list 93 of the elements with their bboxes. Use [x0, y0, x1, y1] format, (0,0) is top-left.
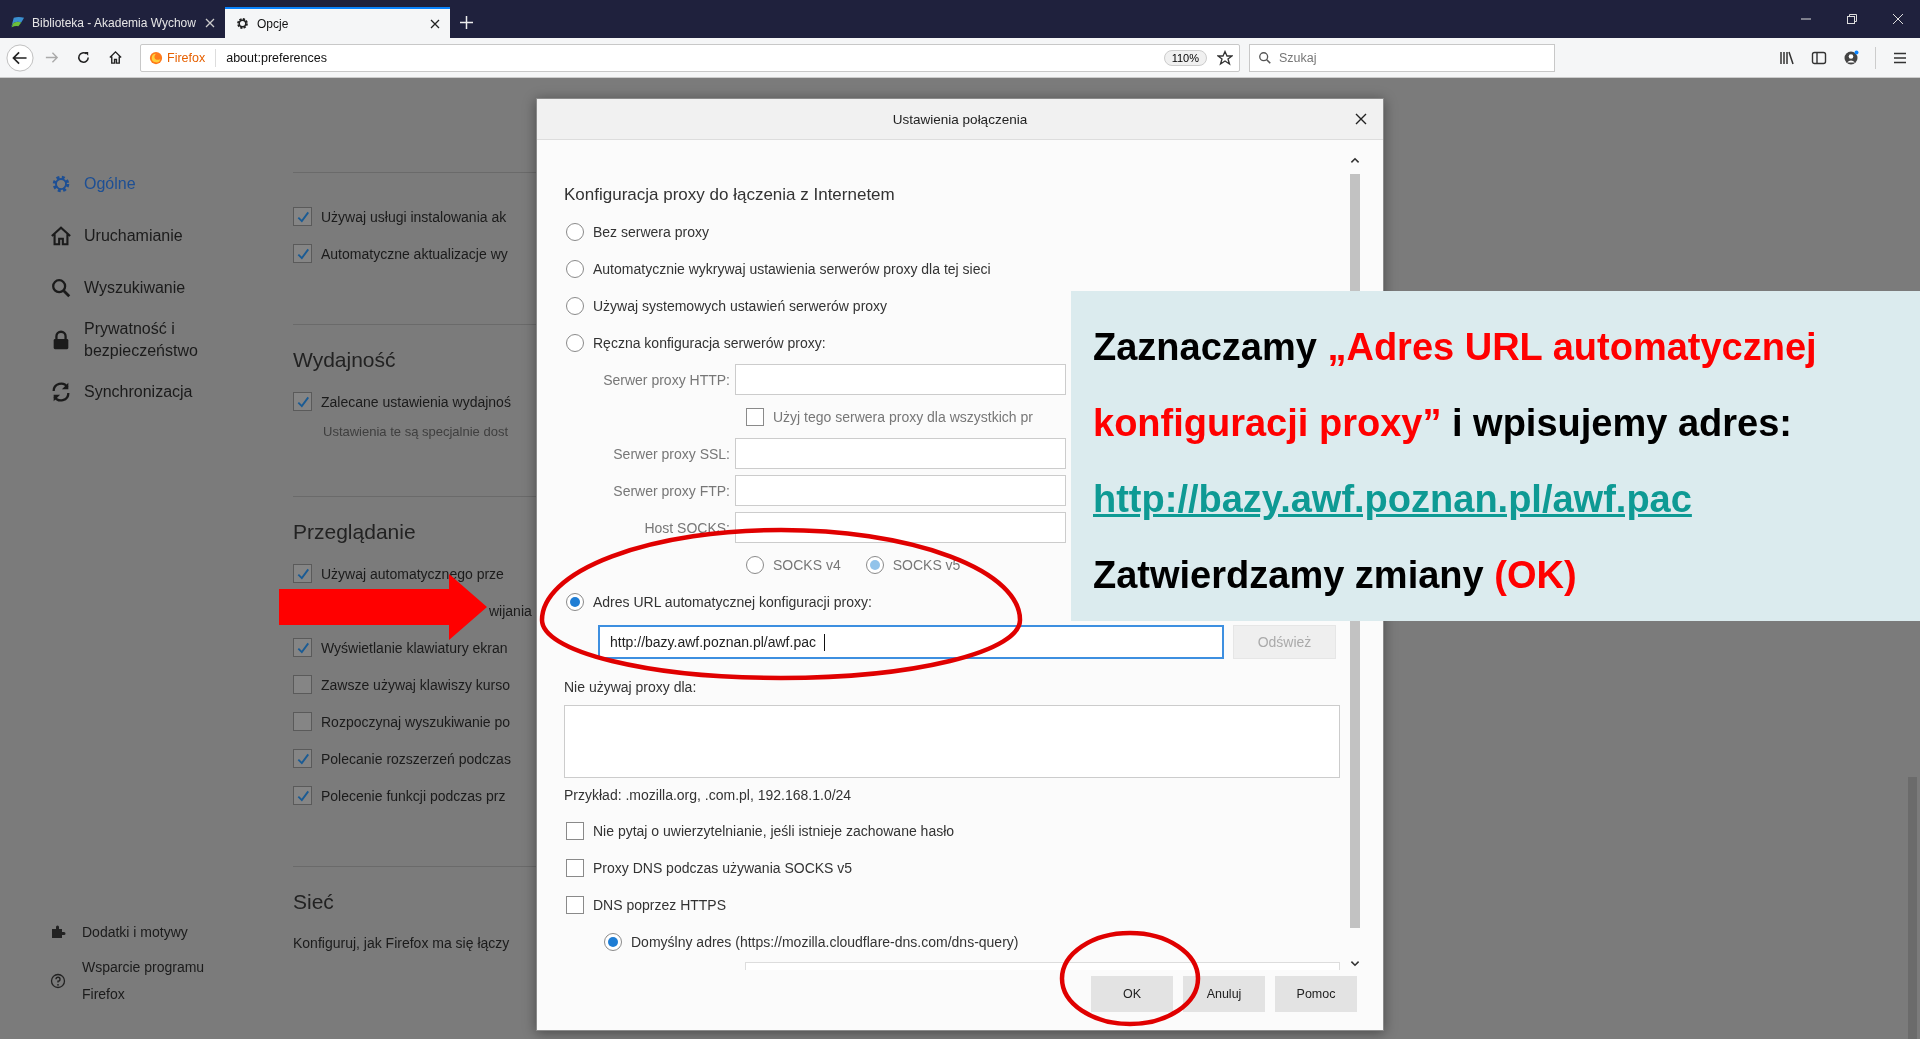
fox-logo-icon — [149, 50, 163, 65]
checkbox-label: wijania — [489, 602, 532, 619]
radio-button[interactable] — [566, 259, 584, 278]
gear-icon — [50, 173, 72, 195]
radio-label: SOCKS v4 — [773, 556, 841, 573]
radio-label: Automatycznie wykrywaj ustawienia serwerów proxy dla tej sieci — [593, 260, 991, 277]
checkbox-label: Polecanie rozszerzeń podczas — [321, 750, 511, 767]
field-label: Serwer proxy FTP: — [612, 482, 731, 499]
checkbox-label: Proxy DNS podczas używania SOCKS v5 — [593, 859, 853, 876]
checkbox[interactable] — [293, 786, 312, 805]
address-bar[interactable]: Firefox about:preferences 110% — [140, 43, 1240, 72]
checkbox-label: Polecenie funkcji podczas prz — [321, 787, 506, 804]
dialog-button[interactable]: Pomoc — [1275, 976, 1357, 1012]
field-label: Serwer proxy HTTP: — [602, 371, 731, 388]
checkbox[interactable] — [293, 244, 312, 263]
sidebar-item[interactable]: Uruchamianie — [50, 214, 293, 258]
sidebar-icon[interactable] — [1811, 49, 1827, 66]
radio-label: Adres URL automatycznej konfiguracji proxy: — [593, 593, 872, 610]
checkbox[interactable] — [293, 564, 312, 583]
url-text: about:preferences — [226, 50, 328, 65]
site-identity-label: Firefox — [167, 50, 206, 65]
checkbox-label: Użyj tego serwera proxy dla wszystkich pr — [773, 408, 1033, 425]
restore-icon[interactable] — [1846, 13, 1858, 25]
zoom-badge[interactable]: 110% — [1163, 49, 1207, 66]
checkbox[interactable] — [293, 207, 312, 226]
sync-icon — [50, 381, 72, 403]
sidebar-item[interactable]: Wyszukiwanie — [50, 266, 293, 310]
search-icon — [1258, 50, 1272, 65]
sidebar-item[interactable]: Synchronizacja — [50, 370, 293, 414]
tab[interactable]: Biblioteka - Akademia Wychow — [0, 7, 225, 38]
close-icon[interactable] — [430, 18, 440, 29]
instruction-text: Zatwierdzamy zmiany (OK) — [1093, 553, 1578, 598]
checkbox-label: DNS poprzez HTTPS — [593, 896, 727, 913]
library-icon[interactable] — [1779, 49, 1795, 66]
checkbox-label: Zalecane ustawienia wydajnoś — [321, 393, 511, 410]
checkbox[interactable] — [566, 858, 584, 877]
checkbox-label: Używaj usługi instalowania ak — [321, 208, 507, 225]
hint-text: Przykład: .mozilla.org, .com.pl, 192.168.1.0/24 — [564, 786, 853, 805]
dialog-button[interactable]: OK — [1091, 976, 1173, 1012]
field-label: Nie używaj proxy dla: — [564, 678, 697, 697]
description-text: Ustawienia te są specjalnie dost — [322, 423, 509, 441]
checkbox-label: Rozpoczynaj wyszukiwanie po — [321, 713, 511, 730]
tab[interactable]: Opcje — [225, 7, 450, 38]
radio-button[interactable] — [604, 932, 622, 951]
radio-button[interactable] — [566, 222, 584, 241]
radio-button[interactable] — [566, 592, 584, 611]
sidebar-link[interactable]: Dodatki i motywy — [50, 910, 293, 954]
star-icon[interactable] — [1217, 49, 1233, 66]
sidebar-link[interactable]: Wsparcie programu Firefox — [50, 954, 293, 1008]
flag-icon — [10, 15, 25, 30]
checkbox-label: Zawsze używaj klawiszy kurso — [321, 676, 511, 693]
checkbox-label: Używaj automatycznego prze — [321, 565, 504, 582]
radio-button[interactable] — [566, 296, 584, 315]
checkbox[interactable] — [293, 638, 312, 657]
checkbox[interactable] — [293, 712, 312, 731]
radio-label: Domyślny adres (https://mozilla.cloudflare-dns.com/dns-query) — [631, 933, 1019, 950]
close-icon[interactable] — [1355, 113, 1367, 125]
checkbox[interactable] — [293, 675, 312, 694]
section-heading: Przeglądanie — [293, 519, 417, 545]
text-cursor — [824, 633, 825, 651]
url-input-field[interactable]: http://bazy.awf.poznan.pl/awf.pac — [598, 625, 1224, 659]
dialog-title: Ustawienia połączenia — [892, 111, 1028, 127]
reload-icon[interactable] — [76, 50, 91, 65]
dialog-button[interactable]: Anuluj — [1183, 976, 1265, 1012]
checkbox[interactable] — [293, 749, 312, 768]
section-heading: Konfiguracja proxy do łączenia z Internetem — [564, 184, 896, 206]
checkbox-label: Automatyczne aktualizacje wy — [321, 245, 508, 262]
plus-icon[interactable] — [460, 16, 473, 29]
account-icon[interactable] — [1843, 49, 1859, 66]
section-heading: Wydajność — [293, 347, 397, 373]
gear-icon — [235, 16, 250, 31]
help-icon — [50, 973, 66, 989]
checkbox[interactable] — [293, 392, 312, 411]
section-heading: Sieć — [293, 889, 335, 915]
radio-label: Używaj systemowych ustawień serwerów proxy — [593, 297, 888, 314]
house-icon — [50, 225, 72, 247]
search-icon — [50, 277, 72, 299]
search-field[interactable]: Szukaj — [1249, 43, 1555, 72]
field-label: Serwer proxy SSL: — [612, 445, 731, 462]
home-icon[interactable] — [108, 50, 123, 65]
checkbox-label: Wyświetlanie klawiatury ekran — [321, 639, 508, 656]
checkbox-label: Nie pytaj o uwierzytelnianie, jeśli istnieje zachowane hasło — [593, 822, 955, 839]
checkbox[interactable] — [566, 821, 584, 840]
sidebar-item[interactable]: Prywatność i bezpieczeństwo — [50, 318, 293, 362]
puzzle-icon — [50, 924, 66, 940]
radio-label: Bez serwera proxy — [593, 223, 709, 240]
checkbox[interactable] — [566, 895, 584, 914]
radio-button[interactable] — [566, 333, 584, 352]
description-text: Konfiguruj, jak Firefox ma się łączy — [293, 934, 511, 953]
radio-label: Ręczna konfiguracja serwerów proxy: — [593, 334, 826, 351]
instruction-text: Zaznaczamy „Adres URL automatycznej konfiguracji proxy” i wpisujemy adres: — [1093, 325, 1818, 446]
forward-arrow-icon[interactable] — [44, 50, 59, 65]
proxy-url-link[interactable]: http://bazy.awf.poznan.pl/awf.pac — [1093, 478, 1692, 520]
